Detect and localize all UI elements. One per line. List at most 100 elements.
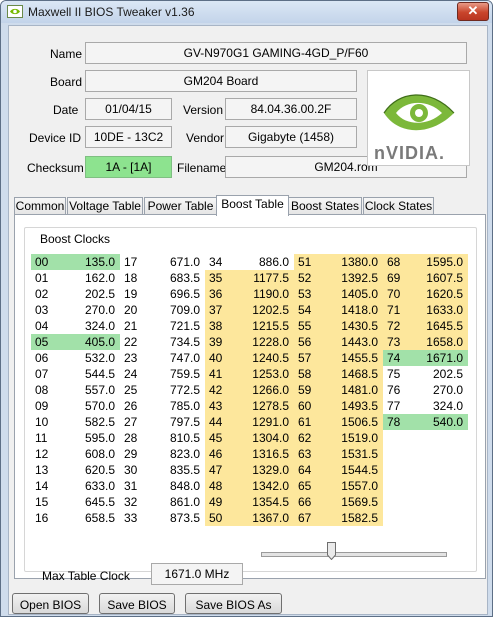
boost-row: 09 570.0 26 785.0 43 1278.5 60 1493.5 77 324.0 <box>31 398 468 414</box>
title-bar[interactable]: Maxwell II BIOS Tweaker v1.36 ✕ <box>1 1 492 23</box>
boost-clock-cell[interactable]: 1329.0 <box>229 462 294 478</box>
boost-clock-cell[interactable]: 1645.5 <box>409 318 468 334</box>
boost-clock-cell[interactable]: 696.5 <box>146 286 205 302</box>
boost-clock-cell[interactable]: 1443.0 <box>318 334 383 350</box>
boost-clock-cell[interactable]: 544.5 <box>61 366 120 382</box>
boost-clock-cell[interactable]: 1278.5 <box>229 398 294 414</box>
boost-clock-cell[interactable]: 1671.0 <box>409 350 468 366</box>
boost-clock-cell[interactable]: 1177.5 <box>229 270 294 286</box>
boost-clock-cell[interactable]: 1266.0 <box>229 382 294 398</box>
boost-clock-cell[interactable]: 270.0 <box>409 382 468 398</box>
boost-clock-cell[interactable]: 1291.0 <box>229 414 294 430</box>
boost-clock-cell[interactable]: 1633.0 <box>409 302 468 318</box>
boost-clock-cell[interactable]: 1582.5 <box>318 510 383 526</box>
tab-common[interactable]: Common <box>14 197 66 215</box>
boost-clock-cell[interactable]: 721.5 <box>146 318 205 334</box>
boost-clock-cell[interactable]: 683.5 <box>146 270 205 286</box>
boost-clock-cell[interactable]: 1354.5 <box>229 494 294 510</box>
boost-clock-cell[interactable]: 532.0 <box>61 350 120 366</box>
boost-clock-cell[interactable]: 324.0 <box>409 398 468 414</box>
boost-clock-cell[interactable]: 324.0 <box>61 318 120 334</box>
boost-clock-cell[interactable]: 861.0 <box>146 494 205 510</box>
boost-clock-cell[interactable]: 135.0 <box>61 254 120 270</box>
boost-clock-cell[interactable]: 1316.5 <box>229 446 294 462</box>
tab-clock-states[interactable]: Clock States <box>363 197 434 215</box>
boost-clock-cell[interactable]: 270.0 <box>61 302 120 318</box>
boost-clock-cell[interactable]: 709.0 <box>146 302 205 318</box>
boost-clock-cell[interactable]: 810.5 <box>146 430 205 446</box>
boost-clock-cell[interactable]: 645.5 <box>61 494 120 510</box>
boost-clock-cell[interactable]: 1506.5 <box>318 414 383 430</box>
boost-clock-cell[interactable]: 671.0 <box>146 254 205 270</box>
boost-clock-cell[interactable]: 1481.0 <box>318 382 383 398</box>
boost-clock-cell[interactable]: 1380.0 <box>318 254 383 270</box>
boost-clock-cell[interactable]: 759.5 <box>146 366 205 382</box>
boost-clock-cell[interactable]: 1418.0 <box>318 302 383 318</box>
boost-clock-cell[interactable]: 405.0 <box>61 334 120 350</box>
boost-clock-cell[interactable]: 202.5 <box>61 286 120 302</box>
tab-voltage-table[interactable]: Voltage Table <box>67 197 143 215</box>
name-field[interactable]: GV-N970G1 GAMING-4GD_P/F60 <box>85 42 467 64</box>
boost-clock-cell[interactable]: 785.0 <box>146 398 205 414</box>
boost-clock-cell[interactable]: 1569.5 <box>318 494 383 510</box>
boost-clock-cell[interactable]: 886.0 <box>229 254 294 270</box>
boost-clock-cell[interactable]: 1607.5 <box>409 270 468 286</box>
boost-clock-cell[interactable]: 1531.5 <box>318 446 383 462</box>
boost-clock-cell[interactable]: 823.0 <box>146 446 205 462</box>
boost-clock-cell[interactable]: 1455.5 <box>318 350 383 366</box>
boost-clock-cell[interactable]: 1595.0 <box>409 254 468 270</box>
open-bios-button[interactable]: Open BIOS <box>12 593 89 614</box>
max-clock-slider-track[interactable] <box>261 552 447 557</box>
boost-clock-cell[interactable]: 1430.5 <box>318 318 383 334</box>
tab-boost-states[interactable]: Boost States <box>288 197 362 215</box>
boost-clock-cell[interactable]: 1658.0 <box>409 334 468 350</box>
boost-clock-cell[interactable]: 570.0 <box>61 398 120 414</box>
boost-clock-cell[interactable]: 1519.0 <box>318 430 383 446</box>
boost-clock-cell[interactable]: 620.5 <box>61 462 120 478</box>
boost-clock-cell[interactable]: 1544.5 <box>318 462 383 478</box>
boost-clock-cell[interactable]: 1367.0 <box>229 510 294 526</box>
boost-index-cell: 46 <box>205 446 229 462</box>
boost-clock-cell[interactable]: 747.0 <box>146 350 205 366</box>
boost-clock-cell[interactable]: 162.0 <box>61 270 120 286</box>
boost-clock-cell[interactable]: 202.5 <box>409 366 468 382</box>
boost-clock-cell[interactable]: 1468.5 <box>318 366 383 382</box>
device-id-field[interactable]: 10DE - 13C2 <box>85 126 172 148</box>
boost-clock-cell[interactable]: 595.0 <box>61 430 120 446</box>
board-field[interactable]: GM204 Board <box>85 70 357 92</box>
save-bios-button[interactable]: Save BIOS <box>99 593 175 614</box>
boost-clock-cell[interactable]: 1342.0 <box>229 478 294 494</box>
boost-clock-cell[interactable]: 1493.5 <box>318 398 383 414</box>
tab-boost-table[interactable]: Boost Table <box>216 195 289 216</box>
boost-clock-cell[interactable]: 1228.0 <box>229 334 294 350</box>
boost-clock-cell[interactable]: 797.5 <box>146 414 205 430</box>
boost-clock-cell[interactable]: 658.5 <box>61 510 120 526</box>
boost-clock-cell[interactable]: 734.5 <box>146 334 205 350</box>
close-button[interactable]: ✕ <box>457 2 489 21</box>
boost-clock-cell[interactable]: 1620.5 <box>409 286 468 302</box>
boost-clock-cell[interactable]: 608.0 <box>61 446 120 462</box>
boost-clock-cell[interactable]: 772.5 <box>146 382 205 398</box>
boost-clock-cell[interactable]: 633.0 <box>61 478 120 494</box>
vendor-field[interactable]: Gigabyte (1458) <box>225 126 357 148</box>
boost-clock-cell[interactable]: 1202.5 <box>229 302 294 318</box>
boost-clock-cell[interactable]: 873.5 <box>146 510 205 526</box>
boost-clock-cell[interactable]: 1405.0 <box>318 286 383 302</box>
boost-clock-cell[interactable]: 540.0 <box>409 414 468 430</box>
boost-clock-cell[interactable]: 1190.0 <box>229 286 294 302</box>
tab-power-table[interactable]: Power Table <box>144 197 217 215</box>
boost-clock-cell[interactable]: 1240.5 <box>229 350 294 366</box>
boost-clock-cell[interactable]: 1253.0 <box>229 366 294 382</box>
date-field[interactable]: 01/04/15 <box>85 98 172 120</box>
boost-clock-cell[interactable]: 1557.0 <box>318 478 383 494</box>
save-bios-as-button[interactable]: Save BIOS As <box>185 593 282 614</box>
boost-clock-cell[interactable]: 1304.0 <box>229 430 294 446</box>
boost-clock-cell[interactable]: 582.5 <box>61 414 120 430</box>
boost-clock-cell[interactable]: 1392.5 <box>318 270 383 286</box>
boost-clock-cell[interactable]: 848.0 <box>146 478 205 494</box>
boost-clock-cell[interactable]: 1215.5 <box>229 318 294 334</box>
boost-clock-cell[interactable]: 835.5 <box>146 462 205 478</box>
boost-clock-cell[interactable]: 557.0 <box>61 382 120 398</box>
max-clock-slider-thumb[interactable] <box>327 542 336 560</box>
version-field[interactable]: 84.04.36.00.2F <box>225 98 357 120</box>
